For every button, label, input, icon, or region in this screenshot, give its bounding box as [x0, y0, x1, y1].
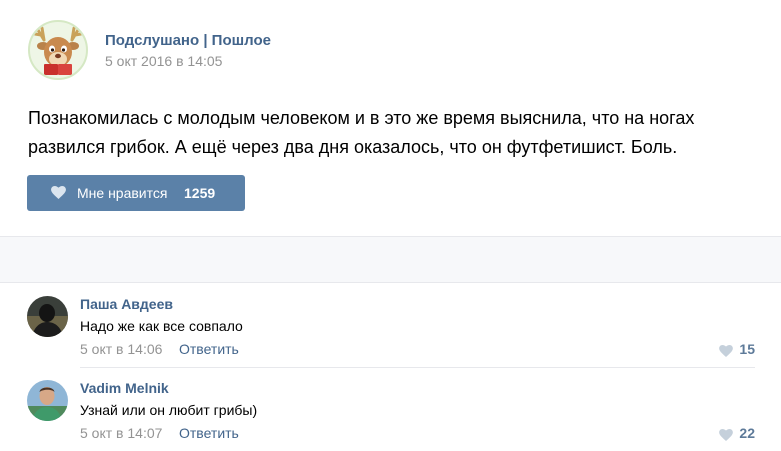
heart-icon [51, 186, 66, 204]
post-date[interactable]: 5 окт 2016 в 14:05 [105, 53, 222, 69]
heart-icon [719, 344, 733, 362]
comment-item: Vadim Melnik Узнай или он любит грибы) 5… [0, 367, 781, 451]
avatar[interactable] [27, 380, 68, 421]
comment-text: Надо же как все совпало [80, 318, 243, 334]
group-avatar[interactable] [28, 20, 88, 80]
comment-like-count: 15 [739, 341, 755, 357]
heart-icon [719, 428, 733, 446]
reply-button[interactable]: Ответить [179, 425, 239, 441]
like-count: 1259 [184, 185, 216, 201]
like-button-label: Мне нравится [77, 185, 168, 201]
comment-like-button[interactable]: 22 [715, 425, 755, 443]
comment-like-button[interactable]: 15 [715, 341, 755, 359]
like-button[interactable]: Мне нравится 1259 [27, 175, 245, 211]
comment-like-count: 22 [739, 425, 755, 441]
comment-item: Паша Авдеев Надо же как все совпало 5 ок… [0, 283, 781, 368]
reply-button[interactable]: Ответить [179, 341, 239, 357]
comment-text: Узнай или он любит грибы) [80, 402, 258, 418]
comment-date[interactable]: 5 окт в 14:07 [80, 425, 162, 441]
comment-author-link[interactable]: Паша Авдеев [80, 296, 173, 312]
post-text: Познакомилась с молодым человеком и в эт… [28, 108, 695, 157]
comment-date[interactable]: 5 окт в 14:06 [80, 341, 162, 357]
section-spacer [0, 237, 781, 283]
comment-author-link[interactable]: Vadim Melnik [80, 380, 169, 396]
avatar[interactable] [27, 296, 68, 337]
group-name-link[interactable]: Подслушано | Пошлое [105, 32, 271, 49]
deer-mascot-icon [33, 26, 83, 75]
